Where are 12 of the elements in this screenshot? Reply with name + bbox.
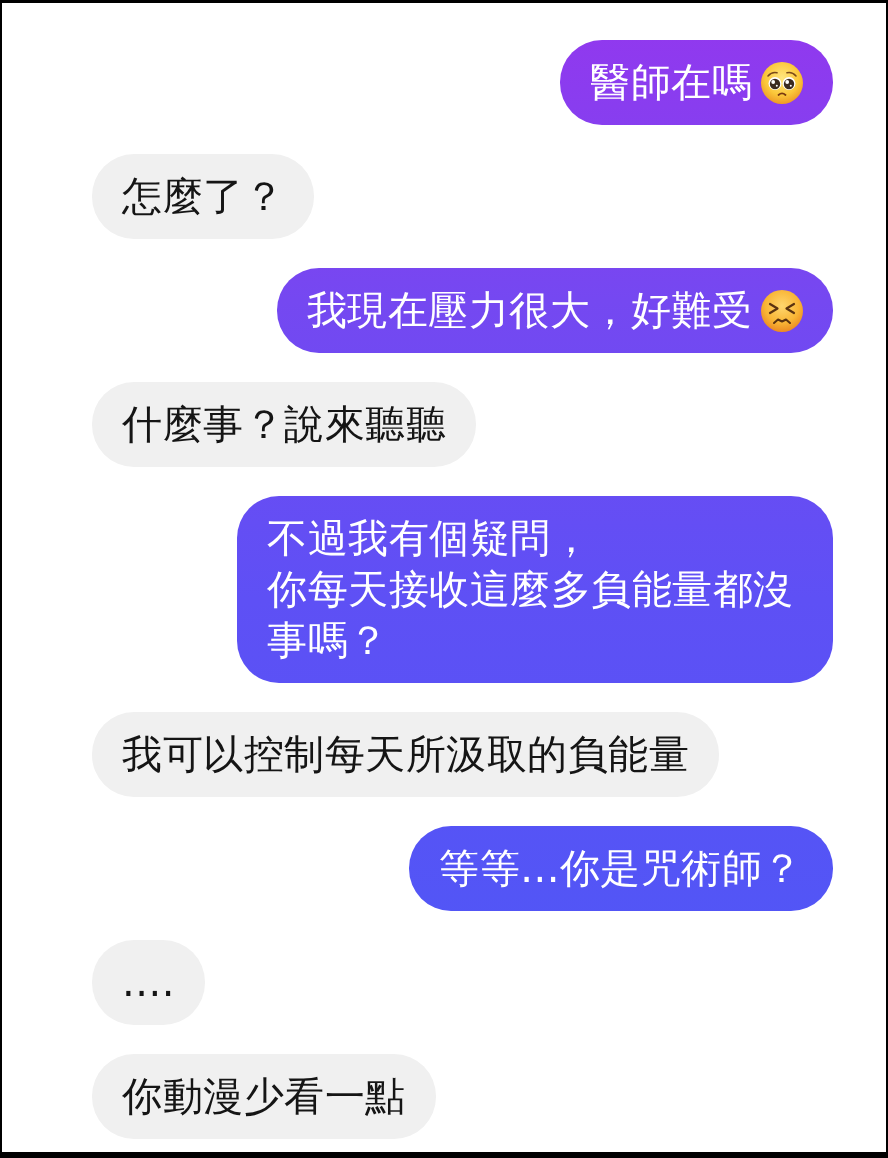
message-text: 醫師在嗎 (590, 58, 752, 107)
message-text: 什麼事？說來聽聽 (122, 400, 446, 449)
message-text: .... (122, 958, 175, 1007)
message-text: 我現在壓力很大，好難受 (306, 286, 752, 335)
message-text: 你每天接收這麼多負能量都沒事嗎？ (267, 565, 795, 665)
message-text: 等等...你是咒術師？ (439, 844, 803, 893)
message-text: 你動漫少看一點 (122, 1072, 406, 1121)
message-text: 怎麼了？ (122, 172, 284, 221)
message-text: 我可以控制每天所汲取的負能量 (122, 730, 689, 779)
persevering-face-icon (761, 289, 803, 332)
message-text: 不過我有個疑問， (267, 514, 592, 563)
pleading-face-icon (761, 61, 803, 104)
